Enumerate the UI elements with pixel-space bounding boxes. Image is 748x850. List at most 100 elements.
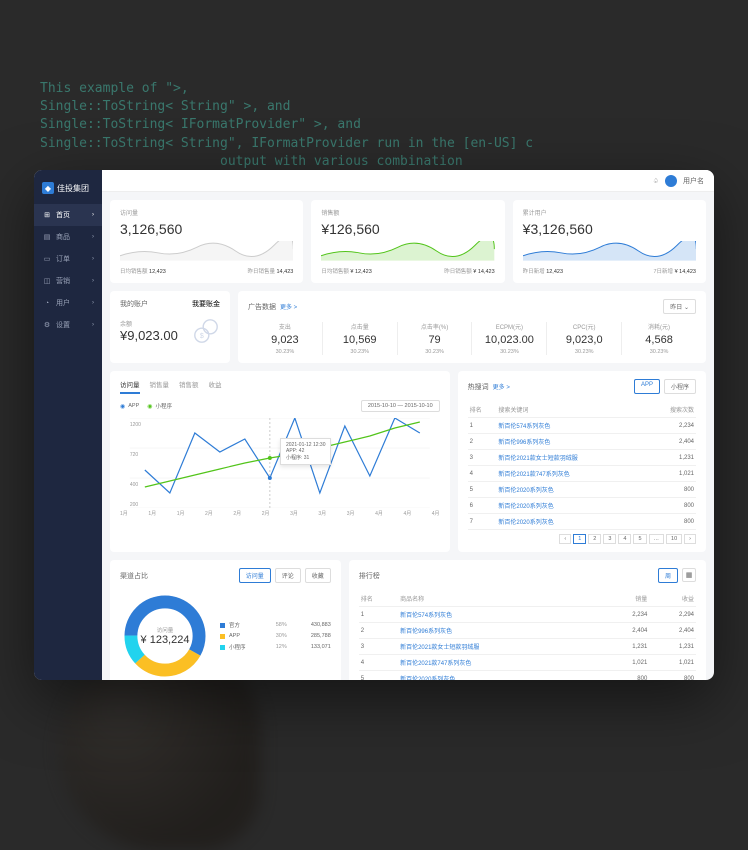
sparkline — [120, 241, 293, 261]
legend-color — [220, 623, 225, 628]
rank-product-link[interactable]: 新百伦2020系列灰色 — [398, 671, 603, 681]
nav-label: 用户 — [56, 298, 70, 308]
page-3[interactable]: 3 — [603, 534, 616, 544]
svg-text:200: 200 — [130, 502, 139, 508]
page-10[interactable]: 10 — [666, 534, 682, 544]
rank-product-link[interactable]: 新百伦996系列灰色 — [398, 623, 603, 639]
donut-label: 访问量 — [157, 626, 174, 634]
brand-name: 佳投集团 — [57, 183, 89, 194]
wallet-label: 余额 — [120, 319, 178, 328]
bg-terminal-text: This example of ">, Single::ToString< St… — [40, 80, 533, 171]
nav-label: 设置 — [56, 320, 70, 330]
hot-title: 热搜词 — [468, 382, 489, 392]
stat-value: ¥126,560 — [321, 221, 494, 237]
nav-icon: ⊞ — [42, 211, 52, 219]
nav-item-1[interactable]: ▤ 商品 › — [34, 226, 102, 248]
svg-text:400: 400 — [130, 482, 139, 488]
donut-legend-item-0: 官方58%430,883 — [220, 621, 331, 629]
nav-icon: ▤ — [42, 233, 52, 241]
logo-icon: ◆ — [42, 182, 54, 194]
sidebar: ◆ 佳投集团 ⊞首页›▤商品›▭订单›◫营销›◔用户›⚙设置› — [34, 170, 102, 680]
channel-title: 渠道占比 — [120, 571, 148, 581]
nav-label: 订单 — [56, 254, 70, 264]
trend-tab-2[interactable]: 销售额 — [179, 379, 199, 394]
rank-row: 4新百伦2021款747系列灰色1,0211,021 — [359, 655, 696, 671]
hot-keyword-link[interactable]: 新百伦2021款女士短款羽绒服 — [496, 450, 645, 466]
hot-more-link[interactable]: 更多 > — [493, 382, 510, 391]
hot-search-card: 热搜词 更多 > APP 小程序 排名搜索关键词搜索次数 1新百伦574系列灰色… — [458, 371, 706, 552]
wallet-card: 我的账户 我要账金 余额 ¥9,023.00 $ — [110, 291, 230, 363]
page-5[interactable]: 5 — [633, 534, 646, 544]
hot-pill-app[interactable]: APP — [634, 379, 660, 394]
recharge-button[interactable]: 我要账金 — [192, 299, 220, 309]
svg-text:$: $ — [200, 333, 204, 340]
hot-row: 2新百伦996系列灰色2,404 — [468, 434, 696, 450]
hot-row: 5新百伦2020系列灰色800 — [468, 482, 696, 498]
nav-item-4[interactable]: ◔用户› — [34, 292, 102, 314]
page-2[interactable]: 2 — [588, 534, 601, 544]
rank-row: 5新百伦2020系列灰色800800 — [359, 671, 696, 681]
page-4[interactable]: 4 — [618, 534, 631, 544]
donut-legend-item-2: 小程序12%133,071 — [220, 643, 331, 651]
metric-3: ECPM(元)10,023.0030.23% — [472, 322, 547, 355]
username[interactable]: 用户名 — [683, 176, 704, 186]
page-1[interactable]: 1 — [573, 534, 586, 544]
trend-tab-0[interactable]: 访问量 — [120, 379, 140, 394]
nav-icon: ◫ — [42, 277, 52, 285]
nav-label: 首页 — [56, 210, 70, 220]
rank-product-link[interactable]: 新百伦2021款747系列灰色 — [398, 655, 603, 671]
page-next[interactable]: › — [684, 534, 696, 544]
ad-period-dropdown[interactable]: 昨日 ⌄ — [663, 299, 696, 314]
hot-pill-mini[interactable]: 小程序 — [664, 379, 696, 394]
notification-icon[interactable]: ♤ — [653, 177, 659, 185]
nav-item-0[interactable]: ⊞首页› — [34, 204, 102, 226]
hot-row: 7新百伦2020系列灰色800 — [468, 514, 696, 530]
calendar-icon[interactable]: ▦ — [682, 568, 696, 582]
nav-item-5[interactable]: ⚙ 设置 › — [34, 314, 102, 336]
stat-card-0: 访问量 3,126,560 日均销售额 12,423昨日销售量 14,423 — [110, 200, 303, 283]
nav-item-2[interactable]: ▭订单› — [34, 248, 102, 270]
channel-pill-1[interactable]: 评论 — [275, 568, 301, 583]
page-prev[interactable]: ‹ — [559, 534, 571, 544]
stat-card-1: 销售额 ¥126,560 日均销售额 ¥ 12,423昨日销售额 ¥ 14,42… — [311, 200, 504, 283]
brand-logo[interactable]: ◆ 佳投集团 — [34, 178, 102, 204]
chart-tooltip: 2021-01-12 12:30 APP: 42 小程序: 31 — [280, 438, 331, 465]
stat-value: ¥3,126,560 — [523, 221, 696, 237]
date-range-picker[interactable]: 2015-10-10 — 2015-10-10 — [361, 400, 440, 412]
rank-product-link[interactable]: 新百伦574系列灰色 — [398, 607, 603, 623]
channel-pill-2[interactable]: 收藏 — [305, 568, 331, 583]
trend-tab-1[interactable]: 销售量 — [150, 379, 170, 394]
chevron-right-icon: › — [92, 234, 94, 240]
nav-label: 商品 — [56, 232, 70, 242]
sparkline — [321, 241, 494, 261]
coins-icon: $ — [192, 317, 220, 345]
hot-keyword-link[interactable]: 新百伦2021款747系列灰色 — [496, 466, 645, 482]
wallet-value: ¥9,023.00 — [120, 328, 178, 343]
hot-keyword-link[interactable]: 新百伦574系列灰色 — [496, 418, 645, 434]
channel-pill-0[interactable]: 访问量 — [239, 568, 271, 583]
chevron-down-icon: ⌄ — [684, 305, 689, 311]
nav-item-3[interactable]: ◫营销› — [34, 270, 102, 292]
hot-keyword-link[interactable]: 新百伦2020系列灰色 — [496, 482, 645, 498]
rank-row: 3新百伦2021款女士短款羽绒服1,2311,231 — [359, 639, 696, 655]
page-…[interactable]: … — [649, 534, 665, 544]
rank-product-link[interactable]: 新百伦2021款女士短款羽绒服 — [398, 639, 603, 655]
rank-pill-week[interactable]: 周 — [658, 568, 678, 583]
metric-1: 点击量10,56930.23% — [323, 322, 398, 355]
svg-text:1200: 1200 — [130, 422, 141, 428]
hot-keyword-link[interactable]: 新百伦2020系列灰色 — [496, 514, 645, 530]
metric-5: 消耗(元)4,56830.23% — [622, 322, 696, 355]
avatar[interactable] — [665, 175, 677, 187]
nav-icon: ◔ — [42, 300, 52, 307]
legend-mini[interactable]: ◉小程序 — [147, 402, 172, 410]
ad-more-link[interactable]: 更多 > — [280, 302, 297, 311]
legend-color — [220, 634, 225, 639]
legend-app[interactable]: ◉APP — [120, 403, 139, 410]
trend-tab-3[interactable]: 收益 — [209, 379, 222, 394]
topbar: ♤ 用户名 — [102, 170, 714, 192]
hot-keyword-link[interactable]: 新百伦996系列灰色 — [496, 434, 645, 450]
chevron-right-icon: › — [92, 322, 94, 328]
hot-keyword-link[interactable]: 新百伦2020系列灰色 — [496, 498, 645, 514]
rank-row: 1新百伦574系列灰色2,2342,294 — [359, 607, 696, 623]
nav-icon: ⚙ — [42, 321, 52, 329]
